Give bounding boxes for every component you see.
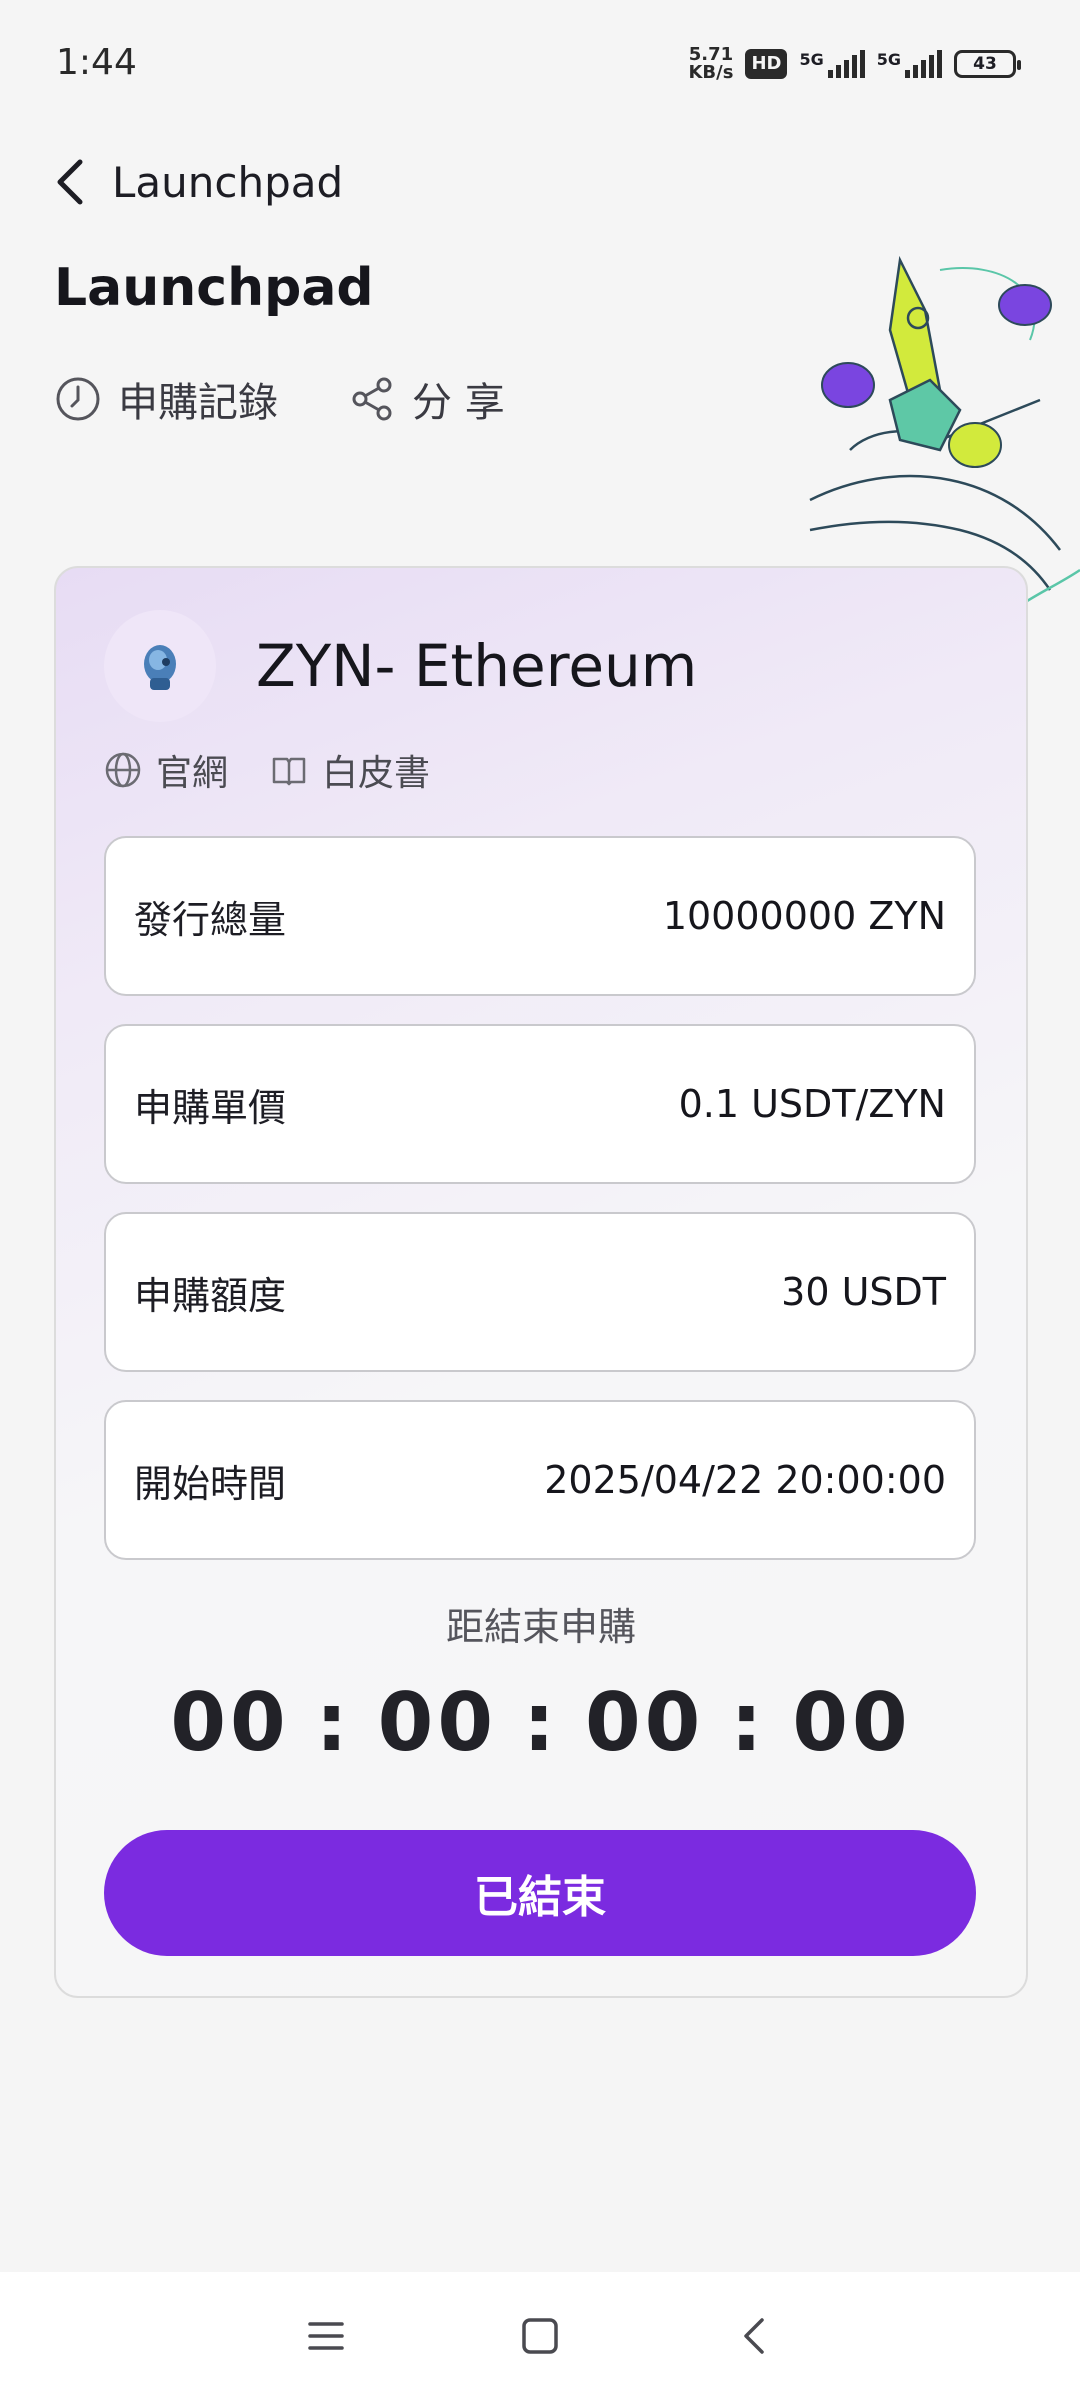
token-links: 官網 白皮書 xyxy=(104,744,430,796)
status-icons: 5.71 KB/s HD 5G 5G 43 xyxy=(688,44,1021,83)
countdown-days: 00 xyxy=(170,1676,290,1769)
battery-icon: 43 xyxy=(954,50,1021,78)
countdown-separator: : xyxy=(730,1676,767,1769)
info-row-total-supply: 發行總量 10000000 ZYN xyxy=(104,836,976,996)
page-title: Launchpad xyxy=(54,258,374,318)
info-label: 申購額度 xyxy=(134,1273,287,1318)
info-value: 30 USDT xyxy=(781,1270,946,1314)
globe-icon xyxy=(105,752,141,788)
info-value: 2025/04/22 20:00:00 xyxy=(544,1458,946,1502)
token-avatar xyxy=(104,610,216,722)
info-value: 10000000 ZYN xyxy=(662,894,946,938)
back-button[interactable]: Launchpad xyxy=(50,150,343,214)
info-row-unit-price: 申購單價 0.1 USDT/ZYN xyxy=(104,1024,976,1184)
home-icon[interactable] xyxy=(518,2314,562,2358)
info-value: 0.1 USDT/ZYN xyxy=(678,1082,946,1126)
network-speed: 5.71 KB/s xyxy=(688,44,734,83)
countdown-separator: : xyxy=(523,1676,559,1769)
website-link[interactable]: 官網 xyxy=(104,744,228,796)
countdown-minutes: 00 xyxy=(585,1676,705,1769)
info-row-quota: 申購額度 30 USDT xyxy=(104,1212,976,1372)
hd-icon: HD xyxy=(745,49,788,79)
share-button[interactable]: 分 享 xyxy=(348,370,505,428)
countdown-timer: 00:00:00:00 xyxy=(56,1676,1026,1769)
countdown-hours: 00 xyxy=(377,1676,497,1769)
countdown-label: 距結束申購 xyxy=(445,1605,636,1649)
share-label: 分 享 xyxy=(412,380,505,426)
token-header: ZYN- Ethereum xyxy=(104,610,697,722)
menu-icon[interactable] xyxy=(304,2314,348,2358)
token-name: ZYN- Ethereum xyxy=(256,632,698,700)
info-row-start-time: 開始時間 2025/04/22 20:00:00 xyxy=(104,1400,976,1560)
status-bar: 1:44 5.71 KB/s HD 5G 5G 43 xyxy=(0,0,1080,130)
info-label: 申購單價 xyxy=(134,1085,287,1130)
signal-icon: 5G xyxy=(877,50,942,78)
whitepaper-label: 白皮書 xyxy=(322,753,431,794)
robot-head-icon xyxy=(144,645,176,690)
ended-button[interactable]: 已結束 xyxy=(104,1830,976,1956)
clock-icon xyxy=(56,377,100,421)
chevron-left-icon[interactable] xyxy=(50,154,90,210)
launchpad-card: ZYN- Ethereum 官網 白皮書 發行總量 10000000 ZYN 申… xyxy=(54,566,1028,1998)
back-title: Launchpad xyxy=(112,157,344,207)
records-button[interactable]: 申購記錄 xyxy=(54,370,278,428)
share-icon xyxy=(352,377,392,421)
action-row: 申購記錄 分 享 xyxy=(54,370,505,428)
info-label: 開始時間 xyxy=(134,1461,287,1506)
system-nav-bar xyxy=(0,2272,1080,2400)
records-label: 申購記錄 xyxy=(118,380,278,426)
signal-icon: 5G xyxy=(799,50,865,78)
whitepaper-link[interactable]: 白皮書 xyxy=(270,744,430,796)
countdown-seconds: 00 xyxy=(792,1676,912,1769)
status-time: 1:44 xyxy=(56,42,137,83)
website-label: 官網 xyxy=(156,753,229,794)
back-nav-icon[interactable] xyxy=(732,2314,776,2358)
book-icon xyxy=(272,757,306,786)
info-label: 發行總量 xyxy=(134,897,287,942)
countdown-separator: : xyxy=(315,1676,352,1769)
